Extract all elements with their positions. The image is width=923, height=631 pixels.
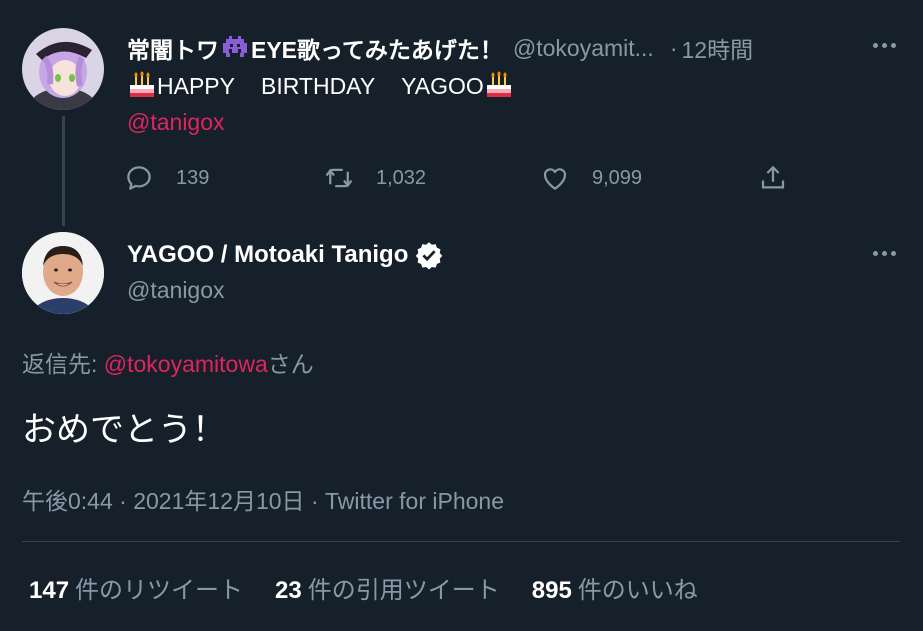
more-options-button[interactable] [866,241,902,265]
reply-suffix: さん [267,351,314,377]
likes-stat-count: 895 [531,577,572,604]
like-button[interactable]: 9,099 [540,158,642,198]
handle[interactable]: @tokoyamit... [513,35,654,62]
more-dot-icon [890,250,896,256]
likes-stat-label: 件のいいね [577,577,698,604]
tweet-date: 2021年12月10日 [133,488,305,514]
reply-prefix: 返信先: [22,351,104,377]
avatar-tanigox[interactable] [22,232,104,314]
meta-separator: · [304,488,326,514]
thread-line [62,116,65,226]
meta-separator: · [112,488,134,514]
retweet-button[interactable]: 1,032 [324,158,426,198]
reply-button[interactable]: 139 [124,158,209,198]
main-tweet-text: おめでとう！ [22,411,226,449]
display-name-suffix[interactable]: EYE歌ってみたあげた！ [251,31,503,65]
author-display-name[interactable]: YAGOO / Motoaki Tanigo [127,241,408,269]
tweet-text-part1: HAPPY [157,73,235,99]
divider [22,541,900,542]
mention-link[interactable]: @tanigox [127,106,225,138]
space-invader-icon [223,36,247,57]
display-name[interactable]: 常闇トワ [127,31,219,65]
like-count: 9,099 [592,166,643,189]
tweet-meta: 午後0:44 · 2021年12月10日 · Twitter for iPhon… [22,482,504,516]
quote-tweets-stat-count: 23 [275,577,302,604]
likes-stat-link[interactable]: 895 件のいいね [532,570,698,605]
quote-tweets-stat-link[interactable]: 23 件の引用ツイート [275,570,500,605]
more-dot-icon [890,42,896,48]
birthday-cake-icon [486,71,511,97]
more-dot-icon [881,250,887,256]
more-dot-icon [881,42,887,48]
tweet-time: 午後0:44 [22,488,113,514]
share-button[interactable] [758,158,810,198]
retweet-icon [325,168,353,188]
reply-context: 返信先: @tokoyamitowaさん [22,345,314,379]
share-icon [761,165,785,189]
avatar-illustration [22,28,104,110]
tweet-actions: 139 1,032 9,099 [124,158,804,198]
quote-tweets-stat-label: 件の引用ツイート [307,577,500,604]
reply-count: 139 [176,166,210,189]
retweets-stat-count: 147 [29,577,70,604]
tweet-time[interactable]: 12時間 [682,31,754,65]
more-options-button[interactable] [866,33,902,57]
more-dot-icon [872,42,878,48]
retweets-stat-link[interactable]: 147 件のリツイート [29,570,243,605]
birthday-cake-icon [130,71,154,97]
avatar-photo [22,232,104,314]
parent-tweet[interactable]: 常闇トワ EYE歌ってみたあげた！ @tokoyamit... · 12時間 H… [0,0,923,230]
retweets-stat-label: 件のリツイート [75,577,244,604]
tweet-text: HAPPY BIRTHDAY YAGOO [127,70,514,102]
avatar-tokoyamitowa[interactable] [22,28,104,110]
retweet-count: 1,032 [376,166,427,189]
tweet-header: 常闇トワ EYE歌ってみたあげた！ @tokoyamit... · 12時間 [127,30,887,66]
separator-dot: · [669,34,678,61]
author-handle[interactable]: @tanigox [127,277,225,304]
engagement-stats: 147 件のリツイート 23 件の引用ツイート 895 件のいいね [29,570,730,605]
more-dot-icon [872,250,878,256]
tweet-text-part2: BIRTHDAY [260,73,376,99]
reply-icon [127,166,151,190]
author-name[interactable]: YAGOO / Motoaki Tanigo [127,240,444,270]
reply-mention-link[interactable]: @tokoyamitowa [104,351,268,377]
heart-icon [543,168,567,190]
verified-badge-icon [416,242,443,270]
tweet-timestamp-link[interactable]: 午後0:44 · 2021年12月10日 [22,488,305,514]
tweet-text-part3: YAGOO [401,73,484,99]
tweet-source-link[interactable]: Twitter for iPhone [325,488,504,514]
